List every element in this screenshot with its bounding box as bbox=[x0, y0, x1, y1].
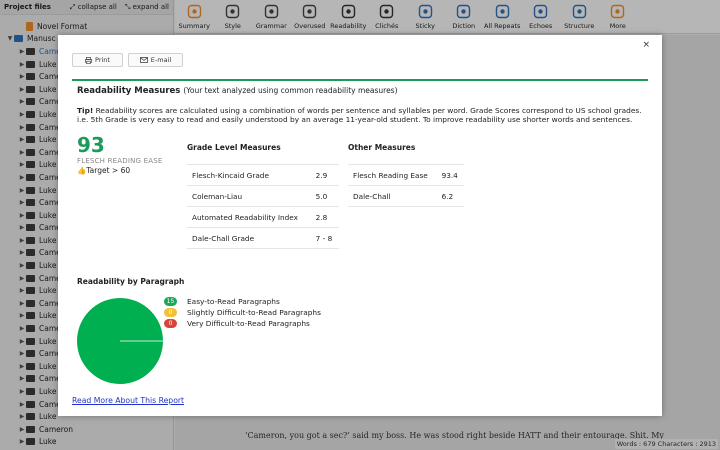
flesch-score-label: FLESCH READING EASE bbox=[77, 157, 163, 165]
email-button[interactable]: E-mail bbox=[128, 53, 183, 67]
grade-measure-value: 2.8 bbox=[310, 206, 339, 228]
print-button[interactable]: Print bbox=[72, 53, 123, 67]
legend-label: Easy-to-Read Paragraphs bbox=[187, 297, 280, 306]
grade-measure-row: Dale-Chall Grade 7 - 8 bbox=[187, 227, 339, 249]
score-target: 👍Target > 60 bbox=[77, 166, 130, 175]
other-measure-value: 93.4 bbox=[436, 164, 464, 186]
readability-modal: × Print E-mail Readability Measures (Your… bbox=[58, 35, 662, 416]
grade-measure-name: Coleman-Liau bbox=[187, 185, 311, 207]
legend-count-badge: 0 bbox=[164, 308, 177, 317]
other-measure-row: Flesch Reading Ease 93.4 bbox=[348, 164, 464, 186]
legend-item: 0 Slightly Difficult-to-Read Paragraphs bbox=[164, 307, 321, 318]
header-divider bbox=[72, 79, 648, 81]
readability-subtitle: (Your text analyzed using common readabi… bbox=[183, 86, 398, 95]
read-more-link[interactable]: Read More About This Report bbox=[72, 396, 184, 405]
paragraph-pie-chart bbox=[77, 298, 163, 384]
grade-measure-name: Flesch-Kincaid Grade bbox=[187, 164, 311, 186]
flesch-score: 93 bbox=[77, 133, 105, 157]
grade-measure-name: Automated Readability Index bbox=[187, 206, 311, 228]
grade-measure-value: 7 - 8 bbox=[310, 227, 339, 249]
grade-level-table: Flesch-Kincaid Grade 2.9 Coleman-Liau 5.0 Au… bbox=[187, 164, 339, 249]
grade-measure-value: 5.0 bbox=[310, 185, 339, 207]
pie-legend: 15 Easy-to-Read Paragraphs 0 Slightly Diffi… bbox=[164, 296, 321, 329]
grade-measure-value: 2.9 bbox=[310, 164, 339, 186]
other-measures-table: Flesch Reading Ease 93.4 Dale-Chall 6.2 bbox=[348, 164, 464, 207]
other-measure-name: Dale-Chall bbox=[348, 185, 437, 207]
legend-count-badge: 15 bbox=[164, 297, 177, 306]
thumbs-up-icon: 👍 bbox=[77, 166, 87, 175]
legend-item: 15 Easy-to-Read Paragraphs bbox=[164, 296, 321, 307]
grade-level-title: Grade Level Measures bbox=[187, 143, 281, 152]
grade-measure-row: Flesch-Kincaid Grade 2.9 bbox=[187, 164, 339, 186]
grade-measure-row: Coleman-Liau 5.0 bbox=[187, 185, 339, 207]
envelope-icon bbox=[139, 57, 148, 63]
score-target-text: Target > 60 bbox=[86, 166, 131, 175]
grade-measure-name: Dale-Chall Grade bbox=[187, 227, 311, 249]
printer-icon bbox=[85, 56, 93, 64]
readability-title-text: Readability Measures bbox=[77, 86, 181, 96]
paragraph-readability-title: Readability by Paragraph bbox=[77, 277, 185, 286]
print-label: Print bbox=[95, 56, 110, 64]
tip-label: Tip! bbox=[77, 106, 94, 115]
other-measure-name: Flesch Reading Ease bbox=[348, 164, 437, 186]
grade-measure-row: Automated Readability Index 2.8 bbox=[187, 206, 339, 228]
other-measures-title: Other Measures bbox=[348, 143, 416, 152]
other-measure-row: Dale-Chall 6.2 bbox=[348, 185, 464, 207]
tip-paragraph: Tip! Readability scores are calculated u… bbox=[77, 106, 647, 124]
legend-item: 0 Very Difficult-to-Read Paragraphs bbox=[164, 318, 321, 329]
close-icon[interactable]: × bbox=[642, 40, 650, 50]
readability-title: Readability Measures (Your text analyzed … bbox=[77, 86, 398, 96]
tip-text: Readability scores are calculated using … bbox=[77, 106, 642, 125]
legend-label: Slightly Difficult-to-Read Paragraphs bbox=[187, 308, 321, 317]
legend-label: Very Difficult-to-Read Paragraphs bbox=[187, 319, 310, 328]
other-measure-value: 6.2 bbox=[436, 185, 464, 207]
email-label: E-mail bbox=[150, 56, 172, 64]
legend-count-badge: 0 bbox=[164, 319, 177, 328]
